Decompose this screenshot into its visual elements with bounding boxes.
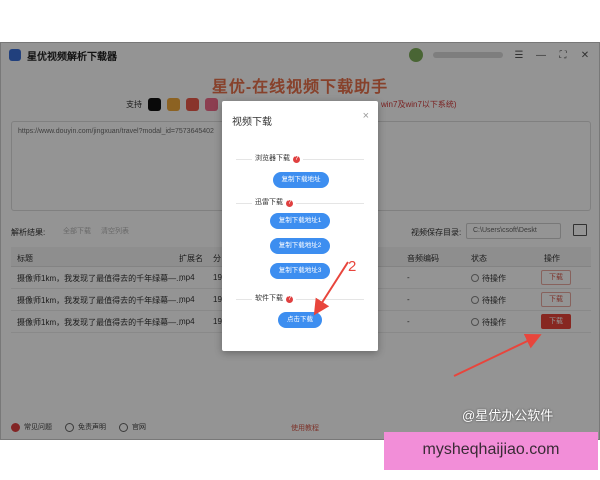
help-icon[interactable]: ? [286,296,293,303]
stage: 星优视频解析下载器 ☰ — ⛶ ✕ 星优-在线视频下载助手 支持 win7及wi… [0,0,600,480]
help-icon[interactable]: ? [286,200,293,207]
copy-link-3-button[interactable]: 复制下载地址3 [270,263,330,279]
site-text: mysheqhaijiao.com [422,441,560,458]
copy-link-button[interactable]: 复制下载地址 [273,172,329,188]
section-software-text: 软件下载 [255,295,283,302]
site-banner: mysheqhaijiao.com [384,432,598,470]
section-software-label: 软件下载? [252,293,296,303]
watermark: @星优办公软件 [462,408,554,423]
section-xunlei-label: 迅雷下载? [252,197,296,207]
section-xunlei: 迅雷下载? [236,197,364,209]
modal-close-icon[interactable]: × [363,110,369,122]
section-browser-label: 浏览器下载? [252,153,303,163]
section-software: 软件下载? [236,293,364,305]
section-browser: 浏览器下载? [236,153,364,165]
start-download-button[interactable]: 点击下载 [278,312,322,328]
section-browser-text: 浏览器下载 [255,155,290,162]
help-icon[interactable]: ? [293,156,300,163]
copy-link-1-button[interactable]: 复制下载地址1 [270,213,330,229]
section-xunlei-text: 迅雷下载 [255,199,283,206]
modal-title: 视频下载 [232,117,272,128]
copy-link-2-button[interactable]: 复制下载地址2 [270,238,330,254]
download-modal: 视频下载 × 浏览器下载? 复制下载地址 迅雷下载? 复制下载地址1 复制下载地… [222,101,378,351]
